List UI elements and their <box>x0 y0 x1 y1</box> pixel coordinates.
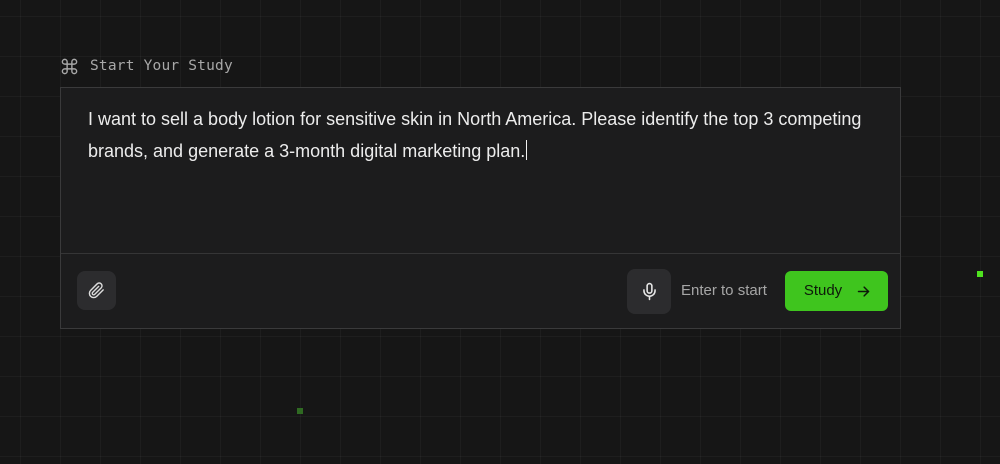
section-header: Start Your Study <box>60 56 233 76</box>
microphone-icon <box>642 282 656 301</box>
prompt-textarea[interactable]: I want to sell a body lotion for sensiti… <box>88 103 883 167</box>
enter-hint: Enter to start <box>681 282 767 299</box>
paperclip-icon <box>88 282 104 299</box>
microphone-button[interactable] <box>627 269 671 314</box>
section-title: Start Your Study <box>90 58 233 74</box>
study-button[interactable]: Study <box>785 271 888 311</box>
command-icon <box>61 58 78 74</box>
grid-highlight-dot <box>297 408 303 414</box>
study-input-card: I want to sell a body lotion for sensiti… <box>60 87 901 329</box>
study-button-label: Study <box>803 282 843 299</box>
attach-button[interactable] <box>77 271 116 310</box>
card-divider <box>61 253 900 254</box>
arrow-right-icon <box>857 285 870 297</box>
prompt-text: I want to sell a body lotion for sensiti… <box>88 109 862 161</box>
grid-highlight-dot <box>977 271 983 277</box>
text-caret <box>526 140 528 160</box>
